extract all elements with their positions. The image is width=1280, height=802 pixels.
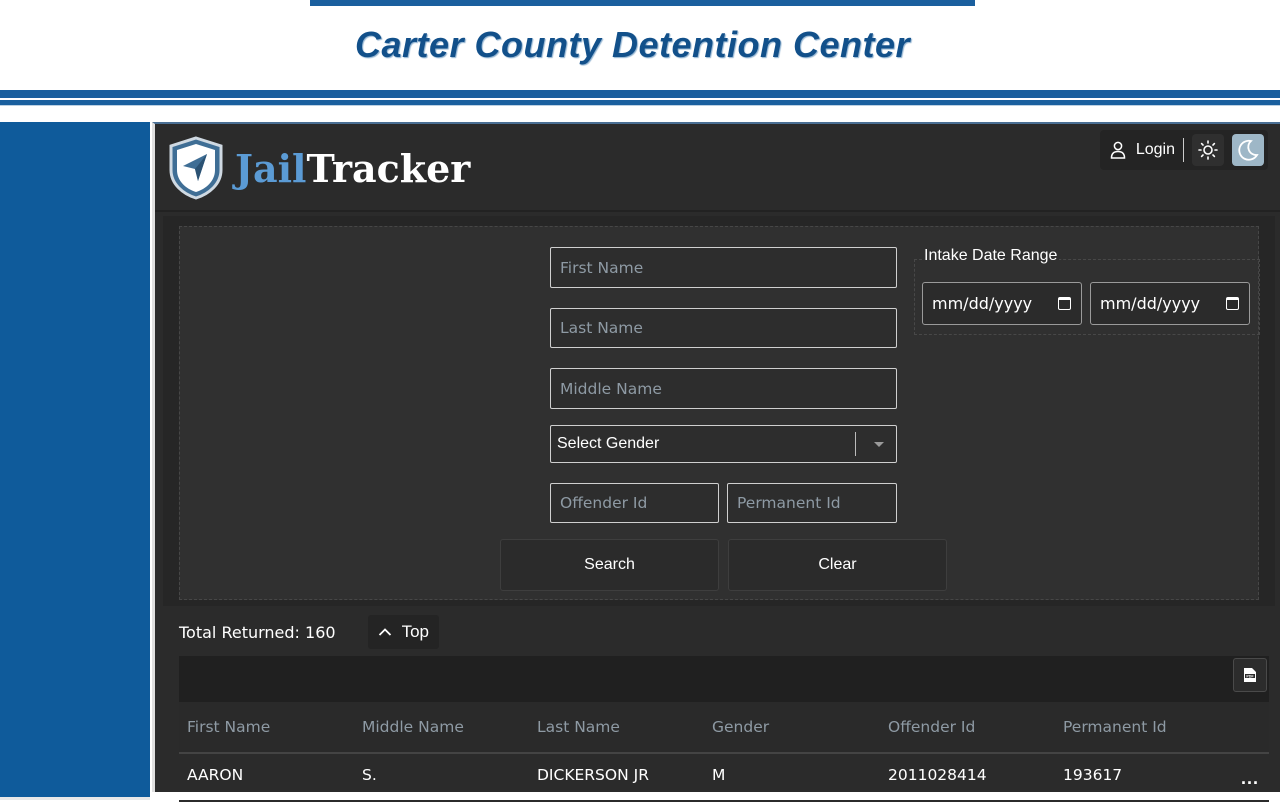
- login-label: Login: [1135, 141, 1175, 158]
- sun-icon: [1198, 140, 1218, 160]
- dark-theme-button[interactable]: [1232, 134, 1264, 166]
- first-name-input[interactable]: [560, 258, 896, 277]
- table-toolbar: PDF: [179, 656, 1269, 702]
- light-theme-button[interactable]: [1192, 134, 1224, 166]
- logo-jail-text: Jail: [235, 145, 307, 191]
- gender-select[interactable]: Select Gender: [550, 425, 897, 463]
- user-icon: [1110, 141, 1126, 159]
- cell-first-name: AARON: [187, 766, 244, 784]
- logo-wordmark: JailTracker: [235, 146, 470, 191]
- export-pdf-button[interactable]: PDF: [1233, 658, 1267, 692]
- column-header-permanent-id[interactable]: Permanent Id: [1063, 718, 1167, 736]
- logo-tracker-text: Tracker: [306, 145, 471, 191]
- middle-name-input[interactable]: [560, 379, 896, 398]
- search-panel: Select Gender Intake Date Range mm/dd/yy…: [163, 216, 1275, 606]
- cell-offender-id: 2011028414: [888, 766, 987, 784]
- scroll-top-label: Top: [401, 622, 429, 641]
- permanent-id-input[interactable]: [737, 494, 896, 512]
- cell-gender: M: [712, 766, 726, 784]
- results-table: PDF First Name Middle Name Last Name Gen…: [179, 656, 1269, 802]
- chevron-up-icon: [378, 628, 391, 636]
- results-summary: Total Returned: 160 Top: [179, 614, 779, 650]
- middle-name-field[interactable]: [550, 368, 897, 409]
- column-header-gender[interactable]: Gender: [712, 718, 769, 736]
- header-actions: Login: [1099, 130, 1268, 170]
- clear-button[interactable]: Clear: [728, 539, 947, 591]
- column-header-last-name[interactable]: Last Name: [537, 718, 620, 736]
- date-to-placeholder: mm/dd/yyyy: [1100, 294, 1201, 313]
- jailtracker-logo[interactable]: JailTracker: [167, 136, 470, 200]
- permanent-id-field[interactable]: [727, 483, 897, 523]
- total-returned: Total Returned: 160: [179, 622, 336, 642]
- intake-date-to[interactable]: mm/dd/yyyy: [1090, 282, 1250, 325]
- search-form: Select Gender Intake Date Range mm/dd/yy…: [179, 226, 1260, 600]
- left-side-panel: [0, 122, 150, 800]
- pdf-icon: PDF: [1244, 668, 1256, 682]
- county-banner: Carter County Detention Center: [0, 0, 1280, 122]
- column-header-first-name[interactable]: First Name: [187, 718, 270, 736]
- column-header-middle-name[interactable]: Middle Name: [362, 718, 464, 736]
- shield-icon: [169, 136, 223, 200]
- offender-id-field[interactable]: [550, 483, 719, 523]
- gender-select-value: Select Gender: [557, 435, 660, 452]
- scroll-top-button[interactable]: Top: [367, 615, 439, 649]
- row-more-button[interactable]: ...: [1241, 768, 1259, 789]
- last-name-input[interactable]: [560, 319, 896, 337]
- intake-date-from[interactable]: mm/dd/yyyy: [922, 282, 1082, 325]
- svg-text:PDF: PDF: [1246, 674, 1254, 678]
- chevron-down-icon: [874, 442, 884, 447]
- banner-stripe: [0, 90, 1280, 98]
- search-button[interactable]: Search: [500, 539, 719, 591]
- intake-date-range-label: Intake Date Range: [922, 247, 1060, 265]
- date-from-placeholder: mm/dd/yyyy: [932, 294, 1033, 313]
- offender-id-input[interactable]: [560, 494, 718, 512]
- cell-middle-name: S.: [362, 766, 377, 784]
- column-header-offender-id[interactable]: Offender Id: [888, 718, 975, 736]
- table-header: First Name Middle Name Last Name Gender …: [179, 702, 1269, 754]
- moon-icon: [1238, 139, 1259, 161]
- app-header: JailTracker Login: [155, 124, 1280, 212]
- first-name-field[interactable]: [550, 247, 897, 288]
- last-name-field[interactable]: [550, 308, 897, 348]
- cell-permanent-id: 193617: [1063, 766, 1123, 784]
- banner-title: Carter County Detention Center: [354, 24, 911, 65]
- login-button[interactable]: Login: [1110, 138, 1184, 162]
- jailtracker-app: JailTracker Login First Name Last Name M…: [152, 122, 1280, 802]
- cell-last-name: DICKERSON JR: [537, 766, 649, 784]
- calendar-icon[interactable]: [1226, 297, 1239, 310]
- calendar-icon[interactable]: [1058, 297, 1071, 310]
